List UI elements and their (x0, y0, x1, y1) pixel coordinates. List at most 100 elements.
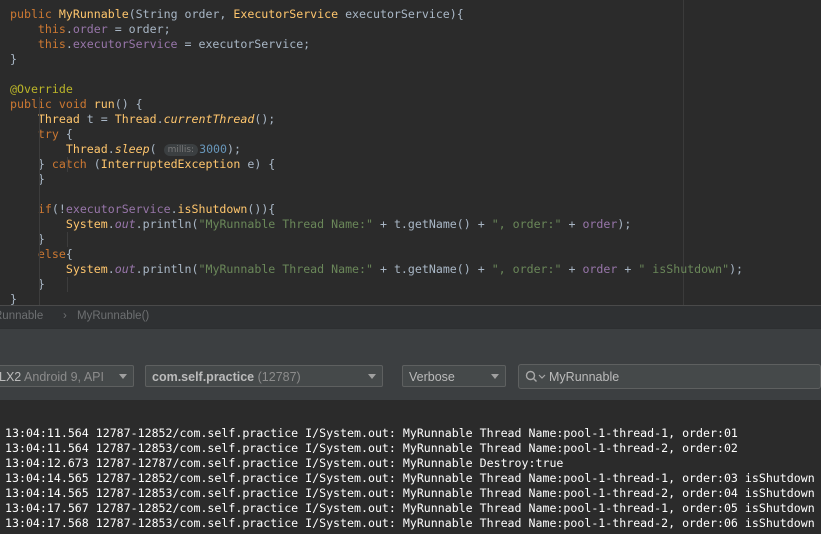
code-token: = executorService; (177, 37, 311, 51)
code-token: sleep (114, 142, 150, 156)
breadcrumb-item-method[interactable]: MyRunnable() (77, 310, 149, 322)
code-token: ExecutorService (233, 7, 339, 21)
code-token: executorService){ (338, 7, 464, 21)
search-box[interactable] (518, 364, 821, 389)
code-token: " isShutdown" (638, 262, 730, 276)
code-token: + t.getName() + (373, 262, 492, 276)
code-line: else{ (10, 247, 73, 262)
code-token: e) { (240, 157, 276, 171)
code-line: this.executorService = executorService; (10, 37, 310, 52)
code-line: System.out.println("MyRunnable Thread Na… (10, 262, 743, 277)
code-token: + (561, 217, 583, 231)
log-line: 13:04:11.564 12787-12853/com.self.practi… (5, 441, 738, 455)
code-token: ( (93, 157, 101, 171)
code-token: try (10, 127, 66, 141)
code-token: order (582, 262, 618, 276)
panel-header (0, 328, 821, 355)
breadcrumb-separator: › (63, 310, 67, 322)
code-token: ); (227, 142, 241, 156)
process-selector[interactable]: com.self.practice (12787) (145, 365, 383, 387)
code-token: { (65, 127, 73, 141)
chevron-down-icon (119, 374, 127, 379)
code-token: catch (51, 157, 94, 171)
code-token: @Override (10, 82, 73, 96)
code-token: public void (10, 97, 94, 111)
right-margin-guide (683, 0, 684, 305)
device-selector[interactable]: LX2 Android 9, API (0, 365, 134, 387)
logcat-output[interactable]: 13:04:11.564 12787-12852/com.self.practi… (0, 400, 821, 534)
chevron-down-icon (368, 374, 376, 379)
search-input[interactable] (549, 367, 809, 386)
code-token: .println( (135, 262, 199, 276)
code-line: this.order = order; (10, 22, 171, 37)
code-token: executorService (72, 37, 178, 51)
process-pid: (12787) (257, 370, 301, 384)
code-token: "MyRunnable Thread Name:" (198, 262, 374, 276)
code-token: Thread (114, 112, 157, 126)
code-token: } (10, 292, 17, 305)
code-token: System (10, 262, 108, 276)
code-token: isShutdown (177, 202, 248, 216)
log-line: 13:04:17.567 12787-12852/com.self.practi… (5, 501, 815, 515)
code-line: } (10, 52, 17, 67)
code-token: executorService (65, 202, 171, 216)
code-token: . (156, 112, 164, 126)
code-token: System (10, 217, 108, 231)
indent-guide (67, 232, 68, 247)
logcat-toolbar: LX2 Android 9, API com.self.practice (12… (0, 354, 821, 400)
code-token: run (93, 97, 115, 111)
indent-guide (67, 277, 68, 292)
code-token: . (65, 22, 73, 36)
code-token: else (10, 247, 66, 261)
code-token: 3000 (199, 142, 228, 156)
code-token: . (107, 142, 115, 156)
code-token: Thread (10, 142, 108, 156)
device-detail: Android 9, API (24, 370, 104, 384)
indent-guide (67, 157, 68, 172)
log-level-selector[interactable]: Verbose (402, 365, 506, 387)
code-token: ); (617, 217, 632, 231)
code-token: { (65, 247, 73, 261)
chevron-down-icon (491, 374, 499, 379)
code-token: . (107, 217, 115, 231)
code-token: this (10, 37, 66, 51)
code-token: "MyRunnable Thread Name:" (198, 217, 374, 231)
code-token: + (617, 262, 639, 276)
code-token: . (107, 262, 115, 276)
code-line: public MyRunnable(String order, Executor… (10, 7, 464, 22)
code-token: (String order, (128, 7, 234, 21)
log-line: 13:04:14.565 12787-12853/com.self.practi… (5, 486, 815, 500)
log-line: 13:04:17.568 12787-12853/com.self.practi… (5, 516, 815, 530)
code-line: try { (10, 127, 73, 142)
code-token: . (170, 202, 178, 216)
code-token: . (65, 37, 73, 51)
log-line: 13:04:11.564 12787-12852/com.self.practi… (5, 426, 738, 440)
breadcrumb-item-class[interactable]: Runnable (0, 310, 43, 322)
code-token: MyRunnable (58, 7, 129, 21)
code-token: = order; (107, 22, 171, 36)
process-name: com.self.practice (152, 370, 255, 384)
code-line: } (10, 292, 17, 305)
log-line: 13:04:12.673 12787-12787/com.self.practi… (5, 456, 564, 470)
code-token: t = (79, 112, 115, 126)
code-token: order (582, 217, 618, 231)
code-token: out (114, 262, 136, 276)
code-token: ", order:" (491, 262, 562, 276)
code-token: (! (51, 202, 66, 216)
code-token: order (72, 22, 108, 36)
code-line: public void run() { (10, 97, 143, 112)
code-token: } (10, 52, 17, 66)
code-token: this (10, 22, 66, 36)
indent-guide (39, 97, 40, 305)
code-line: @Override (10, 82, 73, 97)
search-icon (525, 370, 546, 382)
code-token: + t.getName() + (373, 217, 492, 231)
code-editor[interactable]: public MyRunnable(String order, Executor… (0, 0, 821, 305)
code-token: currentThread (163, 112, 255, 126)
code-token: ", order:" (491, 217, 562, 231)
code-line: Thread.sleep( millis: 3000); (10, 142, 241, 157)
code-token: if (10, 202, 52, 216)
code-token: Thread (10, 112, 80, 126)
code-line: Thread t = Thread.currentThread(); (10, 112, 275, 127)
parameter-hint: millis: (163, 144, 199, 156)
